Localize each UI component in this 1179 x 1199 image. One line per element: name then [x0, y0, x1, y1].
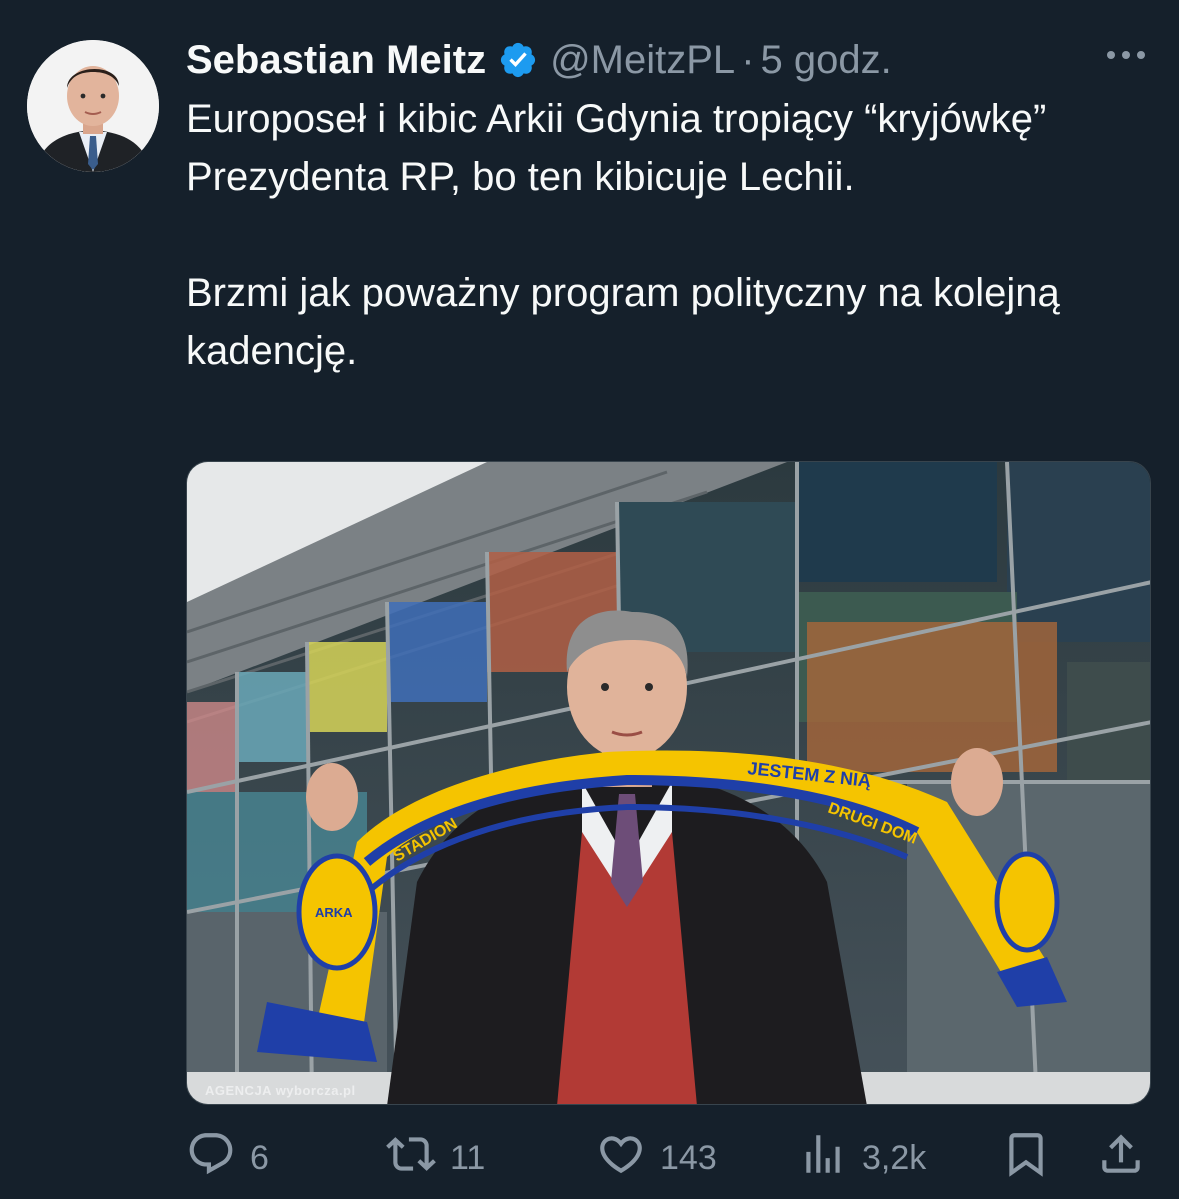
verified-badge-icon[interactable]: [498, 40, 538, 80]
avatar[interactable]: [27, 40, 159, 172]
share-icon: [1096, 1129, 1146, 1188]
action-bar: 6 11 143 3,2k: [186, 1128, 1151, 1188]
reply-count: 6: [250, 1138, 269, 1177]
bookmark-icon: [1001, 1129, 1051, 1188]
tweet-paragraph-2: Brzmi jak poważny program polityczny na …: [186, 271, 1060, 373]
tweet-paragraph-1: Europoseł i kibic Arkii Gdynia tropiący …: [186, 97, 1047, 199]
repost-button[interactable]: 11: [386, 1128, 485, 1188]
photo-watermark: AGENCJA wyborcza.pl: [205, 1083, 356, 1098]
separator-dot: ·: [741, 37, 755, 82]
timestamp[interactable]: 5 godz.: [761, 38, 892, 83]
more-icon[interactable]: [1103, 40, 1149, 70]
share-button[interactable]: [1096, 1128, 1146, 1188]
views-icon: [798, 1129, 848, 1188]
tweet[interactable]: Sebastian Meitz @MeitzPL · 5 godz. Europ…: [0, 0, 1179, 1199]
bookmark-button[interactable]: [1001, 1128, 1051, 1188]
author-handle[interactable]: @MeitzPL: [550, 38, 735, 83]
reply-icon: [186, 1129, 236, 1188]
views-button[interactable]: 3,2k: [798, 1128, 926, 1188]
views-count: 3,2k: [862, 1138, 927, 1177]
repost-icon: [386, 1129, 436, 1188]
badge-text: ARKA: [315, 905, 353, 920]
reply-button[interactable]: 6: [186, 1128, 269, 1188]
tweet-header: Sebastian Meitz @MeitzPL · 5 godz.: [186, 30, 892, 90]
tweet-text: Europoseł i kibic Arkii Gdynia tropiący …: [186, 90, 1136, 380]
repost-count: 11: [450, 1138, 486, 1177]
like-count: 143: [660, 1138, 717, 1177]
like-icon: [596, 1129, 646, 1188]
like-button[interactable]: 143: [596, 1128, 717, 1188]
tweet-photo[interactable]: JESTEM Z NIĄ STADION DRUGI DOM ARKA AGEN…: [186, 461, 1151, 1105]
author-name[interactable]: Sebastian Meitz: [186, 38, 486, 83]
